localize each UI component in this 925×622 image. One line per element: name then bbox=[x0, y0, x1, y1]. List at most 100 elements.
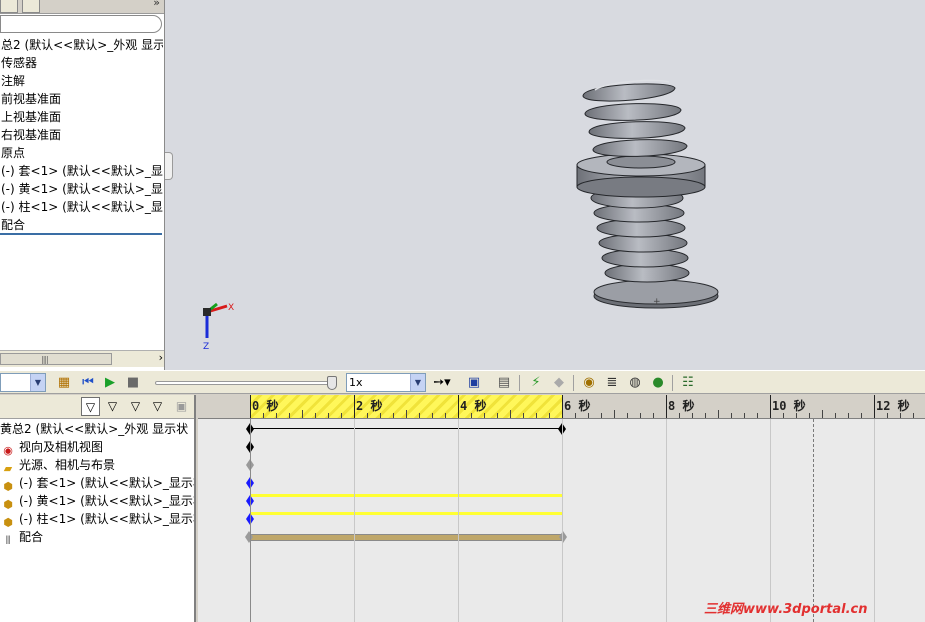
study-type-select[interactable]: ▼ bbox=[0, 373, 46, 392]
ruler-minor-tick bbox=[276, 413, 277, 418]
tree-item-annotations[interactable]: 注解 bbox=[0, 72, 163, 90]
playback-speed-value: 1x bbox=[349, 376, 363, 389]
tree-item-right-plane[interactable]: 右视基准面 bbox=[0, 126, 163, 144]
motion-item-lights[interactable]: ▰ 光源、相机与布景 bbox=[0, 456, 194, 474]
motion-item-label: 配合 bbox=[19, 530, 44, 544]
feature-tree-tab[interactable] bbox=[0, 0, 18, 13]
spring-assembly-model[interactable]: + bbox=[565, 70, 725, 320]
mates-end-key[interactable] bbox=[559, 531, 567, 543]
motion-item-label: 黄总2 (默认<<默认>_外观 显示状 bbox=[0, 422, 189, 436]
filter-selected-icon[interactable]: ▽ bbox=[126, 397, 145, 416]
graphics-area[interactable]: + X Z bbox=[165, 0, 925, 370]
motor-icon[interactable]: ◉ bbox=[580, 374, 598, 392]
motion-tree-list: 黄总2 (默认<<默认>_外观 显示状 ◉ 视向及相机视图 ▰ 光源、相机与布景 ⬢… bbox=[0, 420, 194, 546]
ruler-minor-tick bbox=[796, 413, 797, 418]
tree-item-origin[interactable]: 原点 bbox=[0, 144, 163, 162]
part-huang-track[interactable] bbox=[250, 494, 562, 497]
animation-wizard-icon[interactable]: ▤ bbox=[495, 374, 513, 392]
coordinate-triad-icon: X Z bbox=[203, 302, 234, 352]
autokey-icon[interactable]: ⚡ bbox=[527, 374, 545, 392]
tree-item-top-plane[interactable]: 上视基准面 bbox=[0, 108, 163, 126]
playback-slider-track[interactable] bbox=[155, 381, 335, 385]
spring-icon[interactable]: ≣ bbox=[603, 374, 621, 392]
property-manager-tab[interactable] bbox=[22, 0, 40, 13]
expand-panel-icon[interactable]: » bbox=[153, 0, 160, 9]
tick-label-6s: 6 秒 bbox=[564, 399, 591, 413]
playback-slider-thumb[interactable] bbox=[327, 376, 337, 390]
motion-item-mates[interactable]: ⫴ 配合 bbox=[0, 528, 194, 546]
playback-mode-icon[interactable]: ➙▾ bbox=[430, 374, 454, 392]
gravity-icon[interactable]: ● bbox=[649, 374, 667, 392]
panel-collapse-handle[interactable] bbox=[165, 152, 173, 180]
ruler-minor-tick bbox=[406, 410, 407, 418]
motion-item-label: (-) 套<1> (默认<<默认>_显示状 bbox=[19, 476, 194, 490]
add-key-icon[interactable]: ◆ bbox=[550, 374, 568, 392]
timeline-grid-line bbox=[770, 419, 771, 622]
tree-item-part-huang[interactable]: (-) 黄<1> (默认<<默认>_显示 bbox=[0, 180, 163, 198]
tree-item-assembly[interactable]: 总2 (默认<<默认>_外观 显示北 bbox=[0, 36, 163, 54]
ruler-minor-tick bbox=[679, 413, 680, 418]
motion-item-assembly[interactable]: 黄总2 (默认<<默认>_外观 显示状 bbox=[0, 420, 194, 438]
collar-ring bbox=[576, 153, 706, 198]
part-icon: ⬢ bbox=[3, 480, 13, 492]
ruler-minor-tick bbox=[263, 413, 264, 418]
timeline-area[interactable]: 0 秒 2 秒 4 秒 6 秒 8 秒 10 秒 12 秒 bbox=[198, 395, 925, 622]
upper-spring-coils bbox=[582, 79, 688, 157]
filter-animated-icon[interactable]: ▽ bbox=[81, 397, 100, 416]
scroll-right-icon[interactable]: › bbox=[159, 351, 163, 364]
mates-start-key[interactable] bbox=[245, 531, 253, 543]
tree-filter-input[interactable] bbox=[0, 15, 162, 33]
stop-icon[interactable]: ■ bbox=[124, 374, 142, 392]
tree-item-sensors[interactable]: 传感器 bbox=[0, 54, 163, 72]
filter-results-icon[interactable]: ▽ bbox=[148, 397, 167, 416]
playback-speed-select[interactable]: 1x ▼ bbox=[346, 373, 426, 392]
tree-item-front-plane[interactable]: 前视基准面 bbox=[0, 90, 163, 108]
time-ruler[interactable]: 0 秒 2 秒 4 秒 6 秒 8 秒 10 秒 12 秒 bbox=[198, 395, 925, 419]
motion-item-part-tao[interactable]: ⬢ (-) 套<1> (默认<<默认>_显示状 bbox=[0, 474, 194, 492]
part-zhu-track[interactable] bbox=[250, 512, 562, 515]
motion-item-view-camera[interactable]: ◉ 视向及相机视图 bbox=[0, 438, 194, 456]
mates-track[interactable] bbox=[250, 534, 564, 541]
timeline-grid-line bbox=[458, 419, 459, 622]
ruler-minor-tick bbox=[588, 413, 589, 418]
motion-item-part-huang[interactable]: ⬢ (-) 黄<1> (默认<<默认>_显示状 bbox=[0, 492, 194, 510]
damper-icon[interactable]: ◍ bbox=[626, 374, 644, 392]
rollback-bar[interactable] bbox=[0, 233, 162, 235]
play-from-start-icon[interactable]: ⏮ bbox=[79, 374, 97, 392]
ruler-major-tick bbox=[354, 395, 355, 418]
play-icon[interactable]: ▶ bbox=[101, 374, 119, 392]
scrollbar-thumb[interactable]: |||| bbox=[0, 353, 112, 365]
chevron-down-icon: ▼ bbox=[410, 374, 425, 391]
motion-item-label: 视向及相机视图 bbox=[19, 440, 104, 454]
triad-z-label: Z bbox=[203, 342, 209, 352]
motion-item-label: (-) 柱<1> (默认<<默认>_显示状 bbox=[19, 512, 194, 526]
ruler-minor-tick bbox=[783, 413, 784, 418]
ruler-major-tick bbox=[666, 395, 667, 418]
watermark: 三维网www.3dportal.cn bbox=[704, 602, 868, 617]
ruler-minor-tick bbox=[536, 413, 537, 418]
ruler-minor-tick bbox=[835, 413, 836, 418]
ruler-minor-tick bbox=[328, 413, 329, 418]
tree-item-part-tao[interactable]: (-) 套<1> (默认<<默认>_显示 bbox=[0, 162, 163, 180]
chevron-down-icon: ▼ bbox=[30, 374, 45, 391]
assembly-duration-line bbox=[250, 428, 562, 429]
save-animation-icon[interactable]: ▣ bbox=[465, 374, 483, 392]
motion-item-part-zhu[interactable]: ⬢ (-) 柱<1> (默认<<默认>_显示状 bbox=[0, 510, 194, 528]
ruler-minor-tick bbox=[432, 413, 433, 418]
tree-item-mates[interactable]: 配合 bbox=[0, 216, 163, 234]
filter-driving-icon[interactable]: ▽ bbox=[103, 397, 122, 416]
results-icon[interactable]: ☷ bbox=[679, 374, 697, 392]
tree-horizontal-scrollbar[interactable]: |||| › bbox=[0, 350, 164, 367]
ruler-minor-tick bbox=[380, 413, 381, 418]
timeline-grid-line bbox=[354, 419, 355, 622]
ruler-minor-tick bbox=[289, 413, 290, 418]
calculate-icon[interactable]: ▦ bbox=[55, 374, 73, 392]
ruler-minor-tick bbox=[393, 413, 394, 418]
ruler-minor-tick bbox=[523, 413, 524, 418]
ruler-minor-tick bbox=[367, 413, 368, 418]
ruler-minor-tick bbox=[302, 410, 303, 418]
toolbar-separator bbox=[672, 375, 673, 391]
collapse-all-icon[interactable]: ▣ bbox=[172, 397, 191, 416]
motion-item-label: (-) 黄<1> (默认<<默认>_显示状 bbox=[19, 494, 194, 508]
tree-item-part-zhu[interactable]: (-) 柱<1> (默认<<默认>_显示 bbox=[0, 198, 163, 216]
